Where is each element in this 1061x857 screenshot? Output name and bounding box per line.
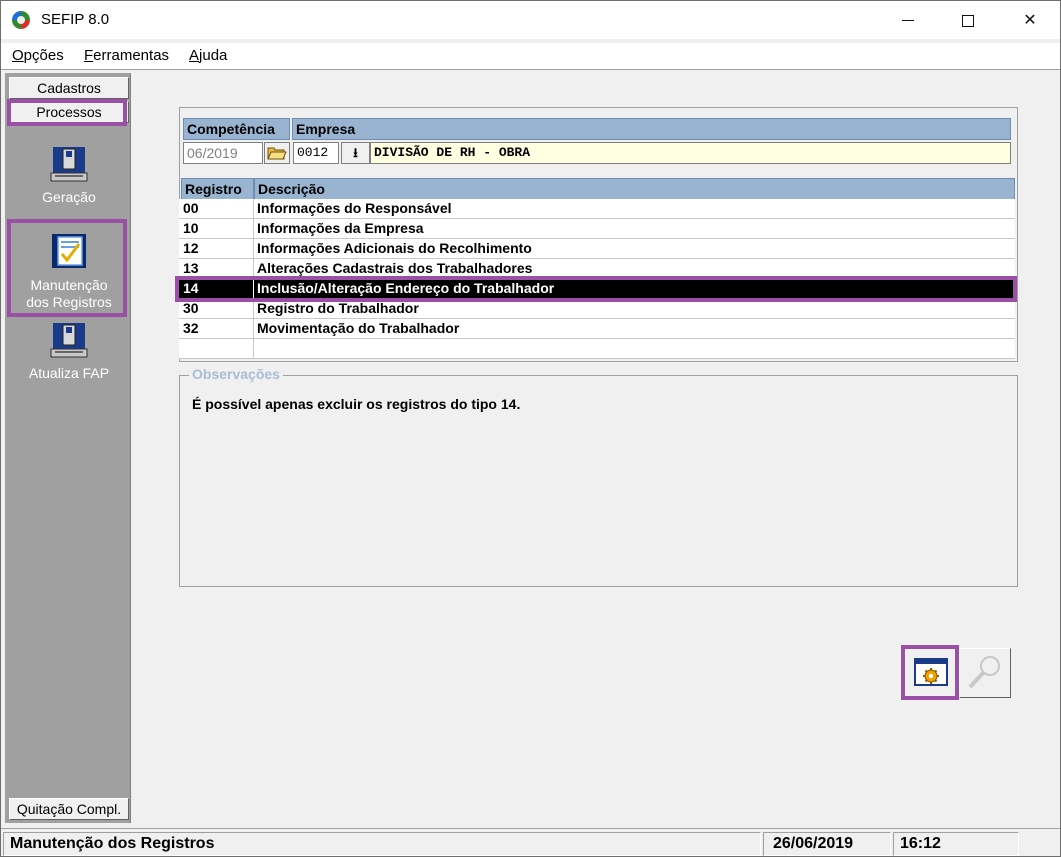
menu-bar: Opções Ferramentas Ajuda	[1, 43, 1060, 69]
registro-code: 30	[179, 299, 254, 319]
download-arrow-icon: ⭳	[353, 146, 358, 161]
menu-ajuda-mnemonic: A	[189, 47, 200, 64]
empresa-code-input[interactable]: 0012	[293, 142, 339, 164]
empresa-name-field: DIVISÃO DE RH - OBRA	[370, 142, 1011, 164]
registro-description: Movimentação do Trabalhador	[257, 320, 460, 336]
empresa-header: Empresa	[292, 118, 1011, 140]
table-row[interactable]: 32 Movimentação do Trabalhador	[179, 319, 1015, 339]
menu-opcoes-mnemonic: O	[12, 47, 24, 64]
registro-description: Informações Adicionais do Recolhimento	[257, 240, 532, 256]
sidebar-item-geracao[interactable]: Geração	[9, 143, 129, 206]
status-message: Manutenção dos Registros	[3, 832, 761, 856]
sefip-app-icon	[12, 11, 30, 29]
app-window: SEFIP 8.0 ✕ Opções Ferramentas Ajuda Cad…	[0, 0, 1061, 857]
sidebar-item-atualiza-fap-label: Atualiza FAP	[28, 365, 110, 381]
minimize-icon	[902, 20, 914, 21]
observacoes-text: É possível apenas excluir os registros d…	[192, 396, 521, 412]
maximize-icon	[962, 14, 974, 27]
status-time: 16:12	[893, 832, 1019, 856]
folder-open-icon	[267, 147, 287, 160]
menu-separator	[1, 69, 1060, 70]
highlight-row-14	[175, 276, 1017, 302]
sidebar-item-atualiza-fap[interactable]: Atualiza FAP	[9, 319, 129, 382]
registro-code: 32	[179, 319, 254, 339]
tab-quitacao-compl[interactable]: Quitação Compl.	[9, 798, 129, 820]
competencia-header: Competência	[183, 118, 290, 140]
search-button[interactable]	[959, 648, 1011, 698]
column-header-registro: Registro	[181, 178, 254, 200]
computer-disk-icon	[49, 143, 89, 183]
observacoes-title: Observações	[189, 366, 283, 382]
table-row[interactable]: 10 Informações da Empresa	[179, 219, 1015, 239]
registro-description: Informações da Empresa	[257, 220, 424, 236]
registro-description-empty	[254, 339, 1015, 359]
registro-code-empty	[179, 339, 254, 359]
competencia-input[interactable]: 06/2019	[183, 142, 263, 164]
registro-description: Registro do Trabalhador	[257, 300, 419, 316]
computer-disk-icon	[49, 319, 89, 359]
title-bar: SEFIP 8.0 ✕	[1, 1, 1060, 39]
table-row[interactable]: 30 Registro do Trabalhador	[179, 299, 1015, 319]
sidebar-item-geracao-label: Geração	[42, 189, 96, 205]
table-row[interactable]: 00 Informações do Responsável	[179, 199, 1015, 219]
magnifier-icon	[968, 656, 1000, 689]
empresa-lookup-button[interactable]: ⭳	[341, 142, 370, 164]
sidebar: Cadastros Processos Geração Manutenção d…	[5, 73, 131, 823]
minimize-button[interactable]	[885, 1, 931, 39]
maximize-button[interactable]	[945, 1, 991, 39]
menu-opcoes[interactable]: Opções	[12, 47, 64, 64]
table-row[interactable]: 12 Informações Adicionais do Recolhiment…	[179, 239, 1015, 259]
registro-code: 12	[179, 239, 254, 259]
close-button[interactable]: ✕	[1007, 1, 1053, 39]
menu-ferramentas[interactable]: Ferramentas	[84, 47, 169, 64]
highlight-processos	[7, 99, 127, 126]
close-icon: ✕	[1023, 10, 1037, 29]
menu-ferramentas-label: erramentas	[93, 47, 170, 64]
menu-ajuda-label: juda	[199, 47, 228, 64]
window-title: SEFIP 8.0	[41, 11, 110, 28]
status-bar: Manutenção dos Registros 26/06/2019 16:1…	[1, 828, 1060, 856]
registro-code: 10	[179, 219, 254, 239]
status-date: 26/06/2019	[763, 832, 891, 856]
registro-code: 00	[179, 199, 254, 219]
tab-cadastros[interactable]: Cadastros	[9, 77, 129, 99]
observacoes-group: Observações É possível apenas excluir os…	[179, 366, 1018, 587]
registro-description: Informações do Responsável	[257, 200, 452, 216]
highlight-manutencao	[7, 219, 127, 317]
menu-opcoes-label: pções	[23, 47, 64, 64]
open-competencia-button[interactable]	[264, 142, 290, 164]
menu-ajuda[interactable]: Ajuda	[189, 47, 227, 64]
menu-ferramentas-mnemonic: F	[84, 47, 94, 64]
table-row-empty	[179, 339, 1015, 359]
highlight-execute	[901, 645, 959, 700]
column-header-descricao: Descrição	[254, 178, 1015, 200]
